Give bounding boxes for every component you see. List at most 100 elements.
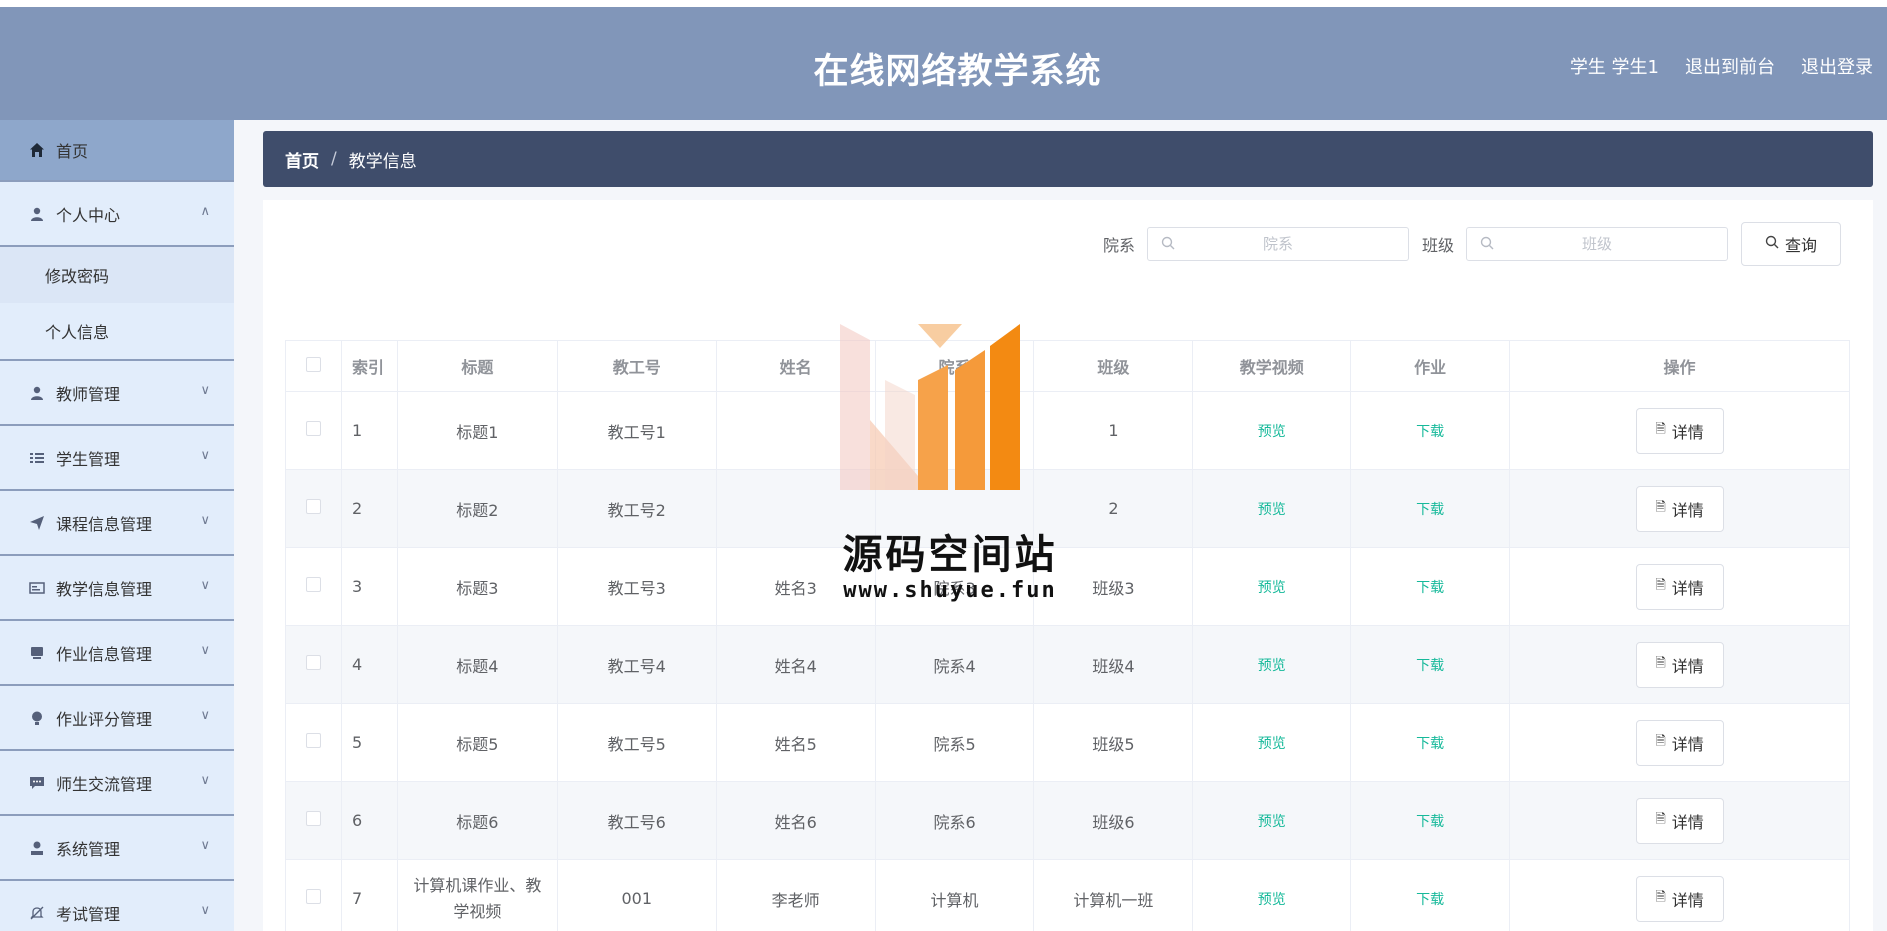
teaching-info-table: 索引 标题 教工号 姓名 院系 班级 教学视频 作业 操作 1 标题1 教工号1 [285,340,1850,931]
logout-link[interactable]: 退出登录 [1801,53,1873,79]
download-link[interactable]: 下载 [1416,814,1444,830]
detail-button[interactable]: 🗎 详情 [1635,875,1724,922]
cell-dept: 计算机 [874,859,1035,931]
cell-title: 标题3 [396,547,558,626]
dept-label: 院系 [1102,236,1135,255]
search-icon [1161,236,1175,254]
class-input-wrapper [1466,227,1728,261]
table-row: 4 标题4 教工号4 姓名4 院系4 班级4 预览 下载 🗎 详情 [285,625,1850,704]
preview-link[interactable]: 预览 [1258,424,1286,440]
chevron-down-icon: ∨ [200,383,210,398]
sidebar-item-system-mgmt[interactable]: 系统管理 ∨ [0,816,234,881]
cell-name [715,469,876,548]
detail-button-label: 详情 [1671,656,1704,676]
column-header-class: 班级 [1033,340,1194,392]
list-icon [28,449,46,467]
preview-link[interactable]: 预览 [1258,814,1286,830]
select-all-checkbox[interactable] [305,356,321,372]
current-user[interactable]: 学生 学生1 [1570,53,1659,79]
sidebar-item-grading-mgmt[interactable]: 作业评分管理 ∨ [0,686,234,751]
chevron-up-icon: ∧ [200,204,210,219]
preview-link[interactable]: 预览 [1258,736,1286,752]
row-checkbox[interactable] [305,889,321,904]
cell-index: 3 [340,547,398,626]
sidebar-item-personal-center[interactable]: 个人中心 ∧ [0,182,234,247]
top-header: 在线网络教学系统 学生 学生1 退出到前台 退出登录 [0,0,1887,120]
sidebar-item-personal-info[interactable]: 个人信息 [0,303,234,359]
home-icon [28,141,46,159]
row-checkbox[interactable] [305,733,321,748]
download-link[interactable]: 下载 [1416,658,1444,674]
cell-name: 姓名3 [715,547,876,626]
table-row: 1 标题1 教工号1 1 预览 下载 🗎 详情 [285,391,1850,470]
cell-staff-no: 教工号3 [556,547,717,626]
detail-button-label: 详情 [1671,812,1704,832]
sidebar-item-student-mgmt[interactable]: 学生管理 ∨ [0,426,234,491]
sidebar-item-label: 作业信息管理 [56,644,153,664]
exit-to-front-link[interactable]: 退出到前台 [1685,53,1775,79]
row-checkbox[interactable] [305,811,321,826]
search-icon [1765,235,1779,253]
detail-button[interactable]: 🗎 详情 [1635,407,1724,454]
cell-staff-no: 001 [556,859,717,931]
preview-link[interactable]: 预览 [1258,892,1286,908]
preview-link[interactable]: 预览 [1258,580,1286,596]
sidebar-item-home[interactable]: 首页 [0,120,234,182]
document-icon: 🗎 [1655,889,1666,905]
detail-button[interactable]: 🗎 详情 [1635,797,1724,844]
sidebar-item-communication-mgmt[interactable]: 师生交流管理 ∨ [0,751,234,816]
column-header-index: 索引 [340,340,398,392]
sidebar-item-label: 作业评分管理 [56,709,153,729]
cell-staff-no: 教工号6 [556,781,717,860]
chevron-down-icon: ∨ [200,578,210,593]
download-link[interactable]: 下载 [1416,892,1444,908]
cell-title: 标题2 [396,469,558,548]
row-checkbox[interactable] [305,655,321,670]
download-link[interactable]: 下载 [1416,502,1444,518]
admin-icon [28,839,46,857]
query-button[interactable]: 查询 [1741,222,1841,266]
cell-name: 姓名6 [715,781,876,860]
sidebar-item-exam-mgmt[interactable]: 考试管理 ∨ [0,881,234,931]
row-checkbox[interactable] [305,421,321,436]
sidebar-item-label: 首页 [56,142,89,161]
class-search-input[interactable] [1467,228,1727,260]
chevron-down-icon: ∨ [200,513,210,528]
cell-title: 标题6 [396,781,558,860]
cell-class: 2 [1033,469,1194,548]
breadcrumb-separator: / [331,149,337,169]
table-row: 3 标题3 教工号3 姓名3 院系3 班级3 预览 下载 🗎 详情 [285,547,1850,626]
detail-button[interactable]: 🗎 详情 [1635,719,1724,766]
detail-button-label: 详情 [1671,734,1704,754]
preview-link[interactable]: 预览 [1258,502,1286,518]
download-link[interactable]: 下载 [1416,736,1444,752]
cell-index: 6 [340,781,398,860]
table-row: 6 标题6 教工号6 姓名6 院系6 班级6 预览 下载 🗎 详情 [285,781,1850,860]
detail-button[interactable]: 🗎 详情 [1635,485,1724,532]
cell-class: 班级4 [1033,625,1194,704]
search-bar: 院系 班级 查询 [1103,222,1841,266]
sidebar-item-teacher-mgmt[interactable]: 教师管理 ∨ [0,361,234,426]
document-icon: 🗎 [1655,733,1666,749]
preview-link[interactable]: 预览 [1258,658,1286,674]
row-checkbox[interactable] [305,577,321,592]
sidebar-item-homework-mgmt[interactable]: 作业信息管理 ∨ [0,621,234,686]
dept-search-input[interactable] [1147,228,1408,260]
row-checkbox[interactable] [305,499,321,514]
document-icon: 🗎 [1655,499,1666,515]
sidebar-item-label: 教学信息管理 [56,579,153,599]
breadcrumb-home[interactable]: 首页 [285,147,319,172]
cell-staff-no: 教工号4 [556,625,717,704]
detail-button[interactable]: 🗎 详情 [1635,641,1724,688]
download-link[interactable]: 下载 [1416,424,1444,440]
sidebar-item-course-mgmt[interactable]: 课程信息管理 ∨ [0,491,234,556]
sidebar-item-teaching-mgmt[interactable]: 教学信息管理 ∨ [0,556,234,621]
detail-button[interactable]: 🗎 详情 [1635,563,1724,610]
cell-class: 班级6 [1033,781,1194,860]
sidebar-item-change-password[interactable]: 修改密码 [0,247,234,303]
document-icon: 🗎 [1655,577,1666,593]
card-icon [28,579,46,597]
cell-class: 1 [1033,391,1194,470]
cell-dept: 院系4 [874,625,1035,704]
download-link[interactable]: 下载 [1416,580,1444,596]
